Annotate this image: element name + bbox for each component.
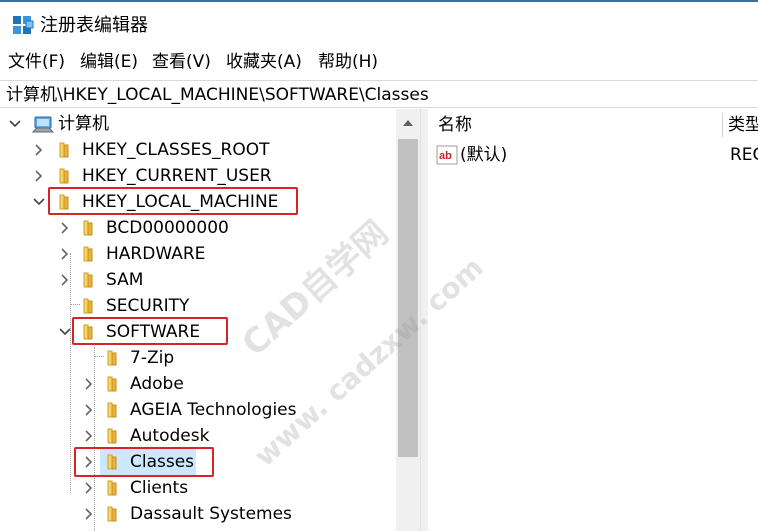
menu-favorites[interactable]: 收藏夹(A) xyxy=(226,50,302,74)
tree-item-label: Autodesk xyxy=(130,426,210,446)
tree-item-label: BCD00000000 xyxy=(106,218,229,238)
address-path[interactable]: 计算机\HKEY_LOCAL_MACHINE\SOFTWARE\Classes xyxy=(6,83,429,107)
address-bar[interactable]: 计算机\HKEY_LOCAL_MACHINE\SOFTWARE\Classes xyxy=(0,80,758,108)
tree-item-hardware[interactable]: HARDWARE xyxy=(0,241,396,267)
chevron-right-icon[interactable] xyxy=(82,505,96,523)
tree-item-7zip[interactable]: 7-Zip xyxy=(0,345,396,371)
chevron-right-icon[interactable] xyxy=(82,479,96,497)
folder-icon xyxy=(107,376,117,392)
tree-item-label: SAM xyxy=(106,270,144,290)
registry-editor-icon xyxy=(13,16,34,34)
tree-item-sam[interactable]: SAM xyxy=(0,267,396,293)
computer-icon xyxy=(32,116,54,133)
svg-text:ab: ab xyxy=(439,150,452,162)
column-header-name[interactable]: 名称 xyxy=(438,113,472,137)
chevron-right-icon[interactable] xyxy=(58,219,72,237)
tree-item-dassault[interactable]: Dassault Systemes xyxy=(0,501,396,527)
scroll-up-arrow-icon[interactable] xyxy=(396,109,420,137)
chevron-down-icon[interactable] xyxy=(32,193,46,211)
chevron-down-icon[interactable] xyxy=(58,323,72,341)
key-tree: 计算机 HKEY_CLASSES_ROOT HKEY_CURRENT_USER … xyxy=(0,109,420,531)
folder-icon xyxy=(107,506,117,522)
chevron-right-icon[interactable] xyxy=(32,167,46,185)
menu-edit[interactable]: 编辑(E) xyxy=(80,50,138,74)
tree-item-label: 计算机 xyxy=(58,114,109,134)
tree-item-label: HKEY_CLASSES_ROOT xyxy=(82,140,270,160)
scrollbar-thumb[interactable] xyxy=(398,139,418,457)
folder-icon xyxy=(107,480,117,496)
tree-item-adobe[interactable]: Adobe xyxy=(0,371,396,397)
highlight-box xyxy=(74,447,214,477)
tree-scrollbar[interactable] xyxy=(396,109,420,531)
folder-icon xyxy=(59,142,69,158)
menu-view[interactable]: 查看(V) xyxy=(152,50,211,74)
folder-icon xyxy=(83,220,93,236)
menu-help[interactable]: 帮助(H) xyxy=(318,50,378,74)
chevron-right-icon[interactable] xyxy=(82,427,96,445)
title-bar: 注册表编辑器 xyxy=(0,2,758,42)
chevron-right-icon[interactable] xyxy=(58,271,72,289)
column-header-type[interactable]: 类型 xyxy=(728,113,758,137)
tree-item-label: HKEY_CURRENT_USER xyxy=(82,166,272,186)
folder-icon xyxy=(83,272,93,288)
tree-item-autodesk[interactable]: Autodesk xyxy=(0,423,396,449)
folder-icon xyxy=(83,246,93,262)
tree-item-label: SECURITY xyxy=(106,296,190,316)
folder-icon xyxy=(107,402,117,418)
chevron-right-icon[interactable] xyxy=(58,245,72,263)
chevron-down-icon[interactable] xyxy=(8,115,22,133)
tree-item-ageia[interactable]: AGEIA Technologies xyxy=(0,397,396,423)
chevron-right-icon[interactable] xyxy=(32,141,46,159)
tree-item-label: 7-Zip xyxy=(130,348,175,368)
tree-item-hkcr[interactable]: HKEY_CLASSES_ROOT xyxy=(0,137,396,163)
menu-file[interactable]: 文件(F) xyxy=(8,50,65,74)
tree-item-bcd[interactable]: BCD00000000 xyxy=(0,215,396,241)
folder-icon xyxy=(83,298,93,314)
highlight-box xyxy=(48,187,298,215)
folder-icon xyxy=(107,350,117,366)
chevron-right-icon[interactable] xyxy=(82,401,96,419)
tree-item-clients[interactable]: Clients xyxy=(0,475,396,501)
window-title: 注册表编辑器 xyxy=(40,15,148,36)
menu-bar: 文件(F) 编辑(E) 查看(V) 收藏夹(A) 帮助(H) xyxy=(0,44,758,80)
string-value-icon: ab xyxy=(436,145,458,165)
chevron-right-icon[interactable] xyxy=(82,375,96,393)
folder-icon xyxy=(107,428,117,444)
highlight-box xyxy=(72,317,228,345)
tree-item-label: Adobe xyxy=(130,374,184,394)
tree-item-label: HARDWARE xyxy=(106,244,206,264)
tree-item-label: Clients xyxy=(130,478,189,498)
tree-item-label: Dassault Systemes xyxy=(130,504,292,524)
tree-item-computer[interactable]: 计算机 xyxy=(0,111,396,137)
tree-item-label: AGEIA Technologies xyxy=(130,400,297,420)
value-list: 名称 类型 ab (默认) REG xyxy=(428,109,758,531)
value-row-type[interactable]: REG xyxy=(730,143,758,167)
tree-item-security[interactable]: SECURITY xyxy=(0,293,396,319)
tree-item-hkcu[interactable]: HKEY_CURRENT_USER xyxy=(0,163,396,189)
pane-splitter[interactable] xyxy=(420,109,428,531)
column-separator[interactable] xyxy=(722,113,723,137)
value-row-name[interactable]: (默认) xyxy=(460,143,507,167)
folder-icon xyxy=(59,168,69,184)
